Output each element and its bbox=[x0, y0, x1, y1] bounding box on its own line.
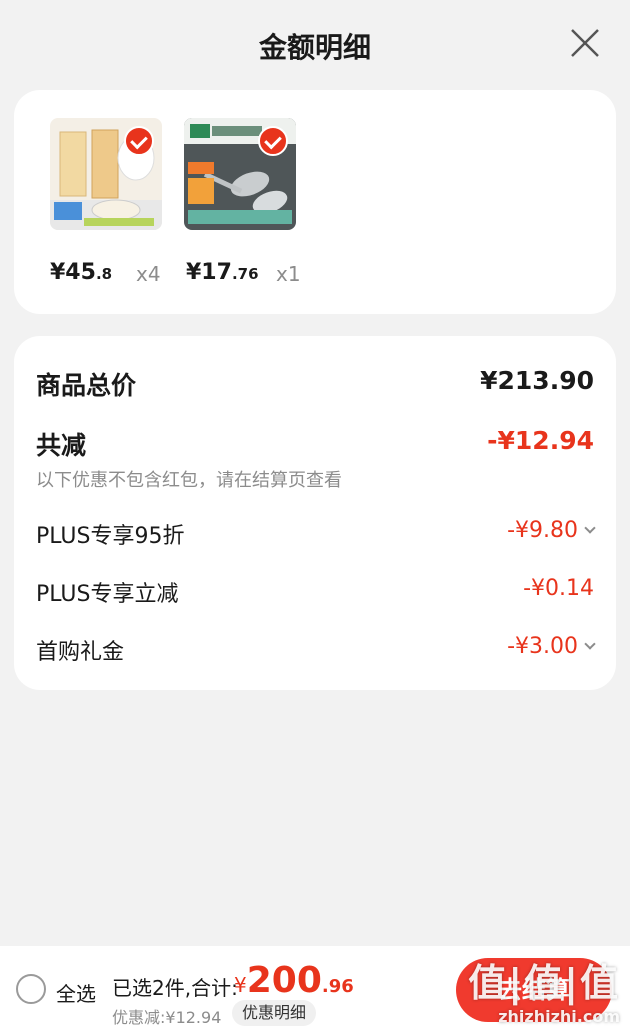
products-card: ¥45.8 x4 ¥17.76 x1 bbox=[14, 90, 616, 314]
page-title: 金额明细 bbox=[258, 31, 371, 64]
product-price: ¥45.8 bbox=[50, 260, 113, 285]
select-all-radio[interactable] bbox=[16, 974, 46, 1004]
discount-label: 首购礼金 bbox=[36, 640, 125, 665]
checkout-button[interactable]: 去结算 bbox=[456, 958, 612, 1022]
discount-summary: 优惠减:¥12.94 bbox=[112, 1008, 222, 1027]
chevron-down-icon[interactable] bbox=[584, 638, 596, 650]
total-label: 商品总价 bbox=[36, 371, 137, 400]
discount-value: -¥3.00 bbox=[507, 634, 596, 659]
price-summary-card: 商品总价 ¥213.90 共减 -¥12.94 以下优惠不包含红包，请在结算页查… bbox=[14, 336, 616, 690]
select-all-label[interactable]: 全选 bbox=[56, 978, 96, 1007]
product-price: ¥17.76 bbox=[186, 260, 259, 285]
reduce-label: 共减 bbox=[36, 431, 87, 460]
reduce-note: 以下优惠不包含红包，请在结算页查看 bbox=[36, 470, 342, 491]
close-icon[interactable] bbox=[568, 26, 602, 60]
checkout-bar: 全选 已选2件,合计: ¥200.96 优惠减:¥12.94 优惠明细 去结算 bbox=[0, 946, 630, 1032]
product-qty: x1 bbox=[276, 262, 301, 286]
chevron-down-icon[interactable] bbox=[584, 522, 596, 534]
product-qty: x4 bbox=[136, 262, 161, 286]
discount-label: PLUS专享95折 bbox=[36, 524, 185, 549]
total-price: ¥200.96 bbox=[234, 960, 354, 1001]
product-item[interactable] bbox=[50, 118, 162, 230]
spoon-product-image bbox=[184, 118, 296, 230]
discount-value: -¥0.14 bbox=[523, 576, 594, 601]
discount-value: -¥9.80 bbox=[507, 518, 596, 543]
discount-detail-button[interactable]: 优惠明细 bbox=[232, 1000, 317, 1026]
modal-header: 金额明细 bbox=[0, 0, 630, 90]
selected-count: 已选2件,合计: bbox=[112, 976, 238, 1000]
reduce-value: -¥12.94 bbox=[487, 426, 594, 455]
selected-check-icon[interactable] bbox=[124, 126, 154, 156]
selected-check-icon[interactable] bbox=[258, 126, 288, 156]
discount-label: PLUS专享立减 bbox=[36, 582, 179, 607]
total-value: ¥213.90 bbox=[480, 366, 594, 395]
storage-jar-product-image bbox=[50, 118, 162, 230]
product-item[interactable] bbox=[184, 118, 296, 230]
